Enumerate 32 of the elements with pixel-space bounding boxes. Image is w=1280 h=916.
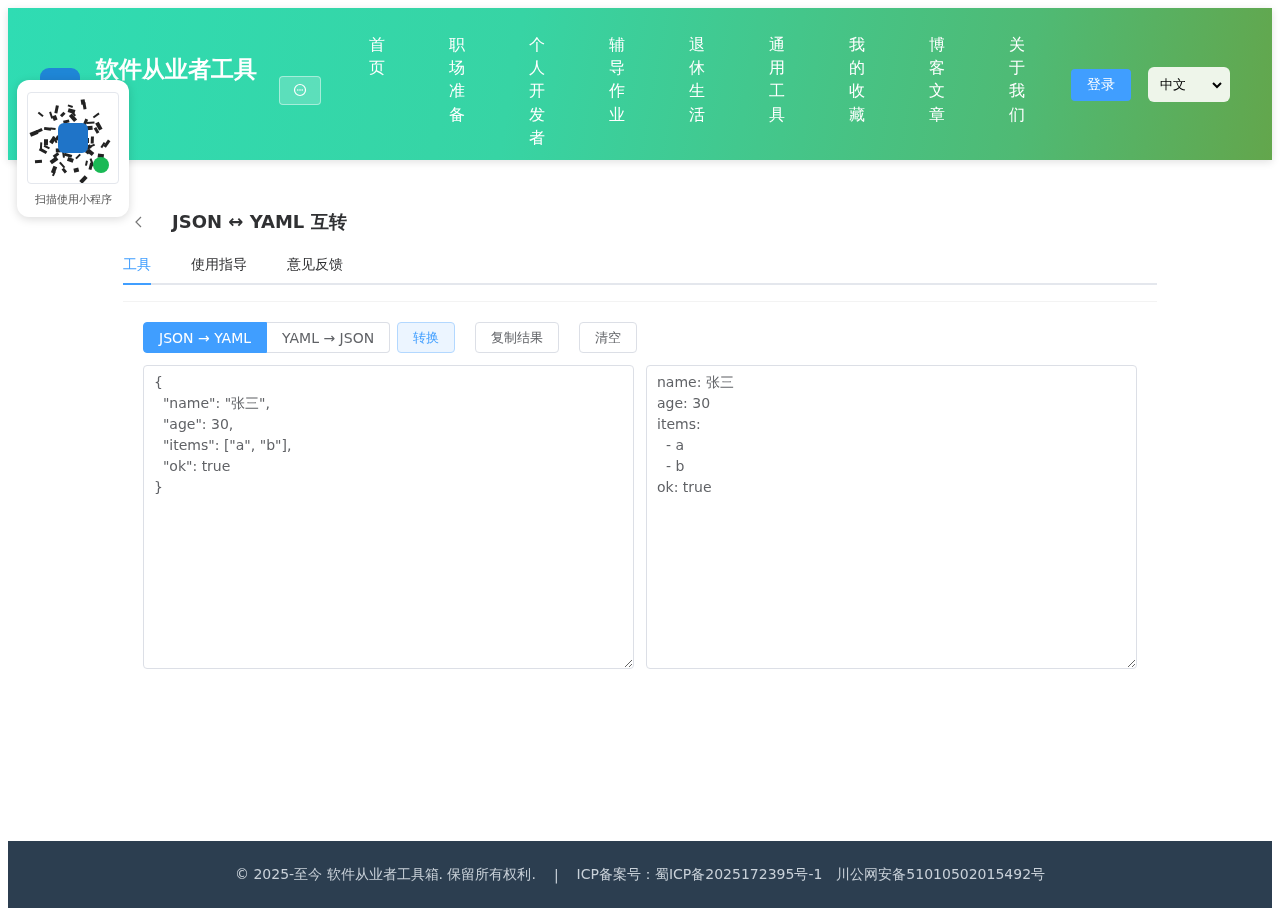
action-button[interactable]: 清空 (579, 322, 638, 353)
nav-link[interactable]: 博客文章 (929, 33, 945, 149)
nav-link[interactable]: 职场准备 (449, 33, 465, 149)
icp-link[interactable]: ICP备案号：蜀ICP备2025172395号-1 (576, 865, 823, 884)
nav-link[interactable]: 辅导作业 (609, 33, 625, 149)
site-title: 软件从业者工具 (96, 54, 257, 84)
tab[interactable]: 使用指导 (191, 256, 247, 285)
page-title: JSON ↔ YAML 互转 (172, 210, 347, 234)
json-input-field[interactable]: { "name": "张三", "age": 30, "items": ["a", "b"], "ok": true } (143, 365, 634, 669)
yaml-output-field[interactable]: name: 张三 age: 30 items: - a - b ok: true (646, 365, 1137, 669)
caret-icon (1212, 80, 1222, 89)
login-button[interactable]: 登录 (1071, 69, 1131, 101)
police-link[interactable]: 川公网安备51010502015492号 (836, 865, 1046, 884)
mode-toggle[interactable]: YAML → JSON (267, 322, 391, 353)
action-button[interactable]: 复制结果 (475, 322, 560, 353)
action-button[interactable]: 转换 (397, 322, 456, 353)
back-icon[interactable] (135, 216, 143, 228)
chat-bubble-icon (293, 83, 307, 97)
nav-link[interactable]: 退休生活 (689, 33, 705, 149)
nav-link[interactable]: 关于我们 (1009, 33, 1025, 149)
copyright-text: © 2025-至今 软件从业者工具箱. 保留所有权利. (234, 865, 536, 884)
qr-code-icon (27, 92, 119, 184)
language-select[interactable]: 中文 (1148, 67, 1230, 102)
nav-link[interactable]: 个人开发者 (529, 33, 545, 149)
tab[interactable]: 意见反馈 (287, 256, 343, 285)
nav-link[interactable]: 通用工具 (769, 33, 785, 149)
tab[interactable]: 工具 (123, 256, 151, 285)
qr-caption: 扫描使用小程序 (34, 192, 112, 207)
mode-toggle[interactable]: JSON → YAML (143, 322, 268, 353)
nav-link[interactable]: 我的收藏 (849, 33, 865, 149)
separator-text: | (553, 866, 559, 883)
nav-link[interactable]: 首页 (369, 33, 385, 149)
